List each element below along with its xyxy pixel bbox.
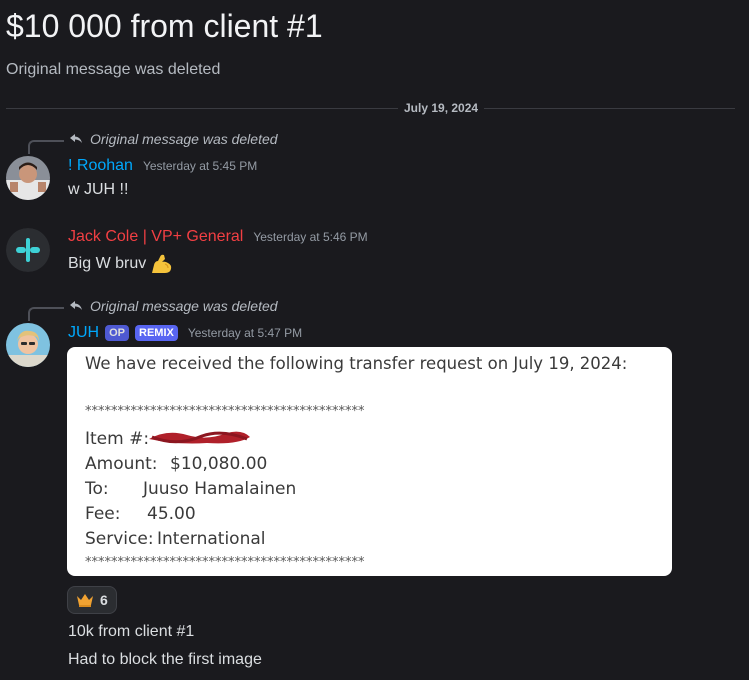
thread-subtitle: Original message was deleted [6, 61, 221, 78]
reply-preview-text: Original message was deleted [90, 298, 278, 314]
avatar[interactable] [6, 228, 50, 272]
attachment-fee-value: 45.00 [147, 504, 196, 524]
message-content: Big W bruv [68, 253, 174, 275]
attachment-to-label: To: [85, 479, 109, 499]
attachment-fee-label: Fee: [85, 504, 121, 524]
username[interactable]: ! Roohan [68, 157, 133, 175]
reply-preview[interactable]: Original message was deleted [70, 131, 278, 147]
attachment-service-value: International [157, 529, 266, 549]
timestamp[interactable]: Yesterday at 5:47 PM [188, 326, 302, 340]
message-header: ! Roohan Yesterday at 5:45 PM [68, 157, 257, 175]
message-text: 10k from client #1 [68, 623, 195, 640]
date-divider-label: July 19, 2024 [398, 101, 485, 115]
timestamp[interactable]: Yesterday at 5:45 PM [143, 159, 257, 173]
attachment-service-label: Service: [85, 529, 154, 549]
attachment-amount-value: $10,080.00 [170, 454, 268, 474]
attachment-stars-bottom: ****************************************… [85, 555, 365, 570]
crown-icon [77, 594, 93, 607]
message-header: JUH OP REMIX Yesterday at 5:47 PM [68, 324, 302, 342]
reply-connector [28, 307, 64, 321]
image-attachment[interactable]: We have received the following transfer … [67, 347, 672, 576]
timestamp[interactable]: Yesterday at 5:46 PM [253, 230, 367, 244]
reply-connector [28, 140, 64, 154]
avatar-image [6, 156, 50, 200]
username[interactable]: JUH [68, 324, 99, 342]
thread-view: $10 000 from client #1 Original message … [0, 0, 749, 680]
reaction-button[interactable]: 6 [67, 586, 117, 614]
reply-arrow-icon [70, 301, 82, 310]
date-divider [6, 108, 735, 109]
op-tag: OP [105, 325, 130, 341]
message-text: Had to block the first image [68, 651, 262, 668]
flexed-biceps-icon [152, 254, 172, 273]
redaction-scribble [149, 431, 250, 444]
username[interactable]: Jack Cole | VP+ General [68, 228, 243, 246]
avatar-image [6, 323, 50, 367]
remix-tag[interactable]: REMIX [135, 325, 178, 341]
avatar-image [6, 228, 50, 272]
thread-title: $10 000 from client #1 [6, 8, 323, 44]
attachment-item-label: Item #: [85, 429, 150, 449]
reply-preview-text: Original message was deleted [90, 131, 278, 147]
message-text: w JUH !! [68, 181, 129, 198]
avatar[interactable] [6, 156, 50, 200]
message-text: Big W bruv [68, 255, 147, 272]
reply-arrow-icon [70, 134, 82, 143]
reaction-count: 6 [100, 592, 108, 608]
attachment-stars-top: ****************************************… [85, 404, 365, 419]
avatar[interactable] [6, 323, 50, 367]
attachment-heading: We have received the following transfer … [85, 354, 628, 373]
reply-preview[interactable]: Original message was deleted [70, 298, 278, 314]
message-content: w JUH !! [68, 181, 128, 199]
attachment-to-value: Juuso Hamalainen [143, 479, 297, 499]
message-header: Jack Cole | VP+ General Yesterday at 5:4… [68, 228, 368, 246]
attachment-amount-label: Amount: [85, 454, 158, 474]
